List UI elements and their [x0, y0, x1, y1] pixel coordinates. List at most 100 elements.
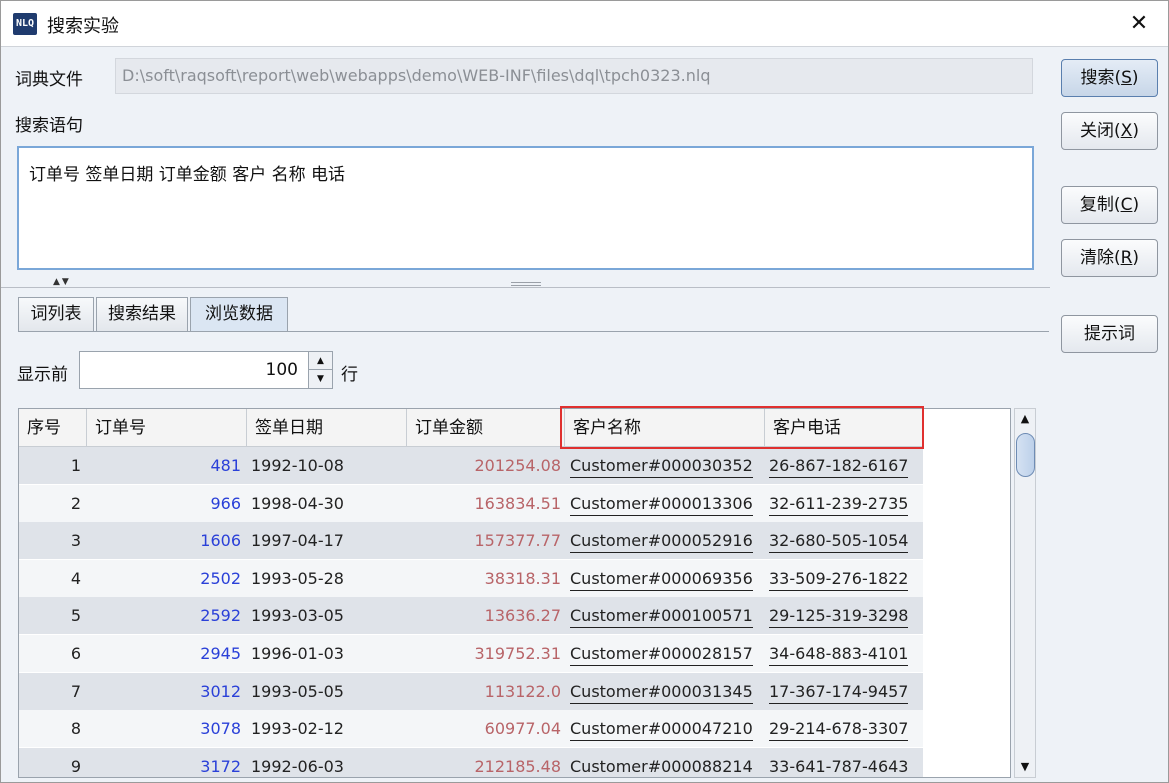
- table-cell-link: Customer#000047210: [570, 719, 753, 742]
- scroll-up-icon[interactable]: ▲: [1015, 409, 1035, 429]
- table-cell[interactable]: 1993-02-12: [249, 710, 409, 747]
- column-header[interactable]: 客户名称: [565, 409, 765, 447]
- table-row[interactable]: 5 2592 1993-03-05 13636.27 Customer#00010057…: [19, 597, 923, 635]
- column-header[interactable]: 订单金额: [407, 409, 565, 447]
- table-cell[interactable]: Customer#000100571: [568, 597, 760, 634]
- table-cell[interactable]: 5: [19, 597, 87, 634]
- table-cell[interactable]: 60977.04: [405, 710, 561, 747]
- table-cell-link: Customer#000088214: [570, 756, 753, 777]
- table-cell[interactable]: 32-611-239-2735: [767, 485, 923, 522]
- table-cell[interactable]: Customer#000028157: [568, 635, 760, 672]
- table-cell[interactable]: Customer#000069356: [568, 560, 760, 597]
- table-cell[interactable]: 1996-01-03: [249, 635, 409, 672]
- column-header[interactable]: 订单号: [87, 409, 247, 447]
- table-cell-link: Customer#000069356: [570, 568, 753, 591]
- table-cell[interactable]: 1997-04-17: [249, 522, 409, 559]
- table-cell[interactable]: 1992-06-03: [249, 748, 409, 777]
- table-cell[interactable]: Customer#000052916: [568, 522, 760, 559]
- splitter-grip[interactable]: [511, 282, 541, 286]
- table-cell[interactable]: 319752.31: [405, 635, 561, 672]
- table-cell[interactable]: 3172: [87, 748, 245, 777]
- query-textarea[interactable]: 订单号 签单日期 订单金额 客户 名称 电话: [17, 146, 1034, 270]
- table-cell[interactable]: Customer#000013306: [568, 485, 760, 522]
- dict-file-path-field[interactable]: D:\soft\raqsoft\report\web\webapps\demo\…: [115, 58, 1033, 94]
- splitter-arrows-icon[interactable]: ▲▼: [53, 277, 71, 287]
- table-cell[interactable]: 1: [19, 447, 87, 484]
- table-cell[interactable]: 6: [19, 635, 87, 672]
- hint-words-button[interactable]: 提示词: [1061, 315, 1158, 353]
- tab-browse-data[interactable]: 浏览数据: [190, 297, 288, 332]
- table-cell[interactable]: 1992-10-08: [249, 447, 409, 484]
- table-cell-link: 29-125-319-3298: [769, 606, 909, 629]
- scroll-down-icon[interactable]: ▼: [1015, 757, 1035, 777]
- splitter-divider[interactable]: [1, 287, 1050, 288]
- table-cell[interactable]: 33-509-276-1822: [767, 560, 923, 597]
- table-cell[interactable]: 163834.51: [405, 485, 561, 522]
- table-cell[interactable]: 1998-04-30: [249, 485, 409, 522]
- table-cell[interactable]: 2945: [87, 635, 245, 672]
- table-cell[interactable]: 4: [19, 560, 87, 597]
- table-cell[interactable]: 212185.48: [405, 748, 561, 777]
- table-cell[interactable]: 32-680-505-1054: [767, 522, 923, 559]
- table-row[interactable]: 1 481 1992-10-08 201254.08 Customer#00003035…: [19, 447, 923, 484]
- table-cell[interactable]: 2: [19, 485, 87, 522]
- table-cell[interactable]: 113122.0: [405, 673, 561, 710]
- table-cell[interactable]: 7: [19, 673, 87, 710]
- table-cell[interactable]: 17-367-174-9457: [767, 673, 923, 710]
- table-cell[interactable]: 1993-05-28: [249, 560, 409, 597]
- table-row[interactable]: 4 2502 1993-05-28 38318.31 Customer#00006935…: [19, 559, 923, 597]
- scroll-thumb[interactable]: [1016, 433, 1035, 477]
- row-count-spinner[interactable]: 100 ▲ ▼: [79, 351, 333, 389]
- table-cell-link: Customer#000100571: [570, 606, 753, 629]
- table-row[interactable]: 6 2945 1996-01-03 319752.31 Customer#0000281…: [19, 635, 923, 672]
- table-cell[interactable]: 1993-03-05: [249, 597, 409, 634]
- copy-button[interactable]: 复制(C): [1061, 186, 1158, 224]
- query-text: 订单号 签单日期 订单金额 客户 名称 电话: [29, 165, 346, 185]
- spin-up-icon[interactable]: ▲: [309, 352, 332, 370]
- search-button[interactable]: 搜索(S): [1061, 59, 1158, 97]
- column-header[interactable]: 客户电话: [765, 409, 923, 447]
- table-cell[interactable]: 13636.27: [405, 597, 561, 634]
- table-cell[interactable]: 3: [19, 522, 87, 559]
- table-cell[interactable]: 29-125-319-3298: [767, 597, 923, 634]
- table-cell[interactable]: 3012: [87, 673, 245, 710]
- close-window-button[interactable]: ✕: [1124, 9, 1154, 39]
- spin-down-icon[interactable]: ▼: [309, 370, 332, 388]
- table-row[interactable]: 2 966 1998-04-30 163834.51 Customer#00001330…: [19, 484, 923, 522]
- table-row[interactable]: 8 3078 1993-02-12 60977.04 Customer#00004721…: [19, 710, 923, 748]
- dict-file-label: 词典文件: [15, 70, 83, 90]
- close-button[interactable]: 关闭(X): [1061, 112, 1158, 150]
- table-cell[interactable]: 1606: [87, 522, 245, 559]
- table-cell[interactable]: 201254.08: [405, 447, 561, 484]
- table-cell[interactable]: 3078: [87, 710, 245, 747]
- column-header[interactable]: 序号: [19, 409, 87, 447]
- tab-search-results[interactable]: 搜索结果: [96, 297, 188, 331]
- table-cell[interactable]: 26-867-182-6167: [767, 447, 923, 484]
- table-cell[interactable]: 2592: [87, 597, 245, 634]
- vertical-scrollbar[interactable]: ▲ ▼: [1014, 408, 1036, 778]
- table-cell[interactable]: Customer#000030352: [568, 447, 760, 484]
- row-count-value[interactable]: 100: [266, 360, 298, 380]
- table-cell[interactable]: 33-641-787-4643: [767, 748, 923, 777]
- table-cell[interactable]: Customer#000088214: [568, 748, 760, 777]
- table-cell[interactable]: 966: [87, 485, 245, 522]
- table-cell[interactable]: 157377.77: [405, 522, 561, 559]
- show-first-label: 显示前: [17, 365, 68, 385]
- table-row[interactable]: 7 3012 1993-05-05 113122.0 Customer#00003134…: [19, 672, 923, 710]
- table-cell[interactable]: 38318.31: [405, 560, 561, 597]
- column-header[interactable]: 签单日期: [247, 409, 407, 447]
- tab-word-list[interactable]: 词列表: [18, 297, 94, 331]
- table-row[interactable]: 9 3172 1992-06-03 212185.48 Customer#0000882…: [19, 747, 923, 777]
- table-row[interactable]: 3 1606 1997-04-17 157377.77 Customer#0000529…: [19, 522, 923, 560]
- rows-label: 行: [341, 365, 358, 385]
- table-cell[interactable]: 34-648-883-4101: [767, 635, 923, 672]
- table-cell[interactable]: 1993-05-05: [249, 673, 409, 710]
- table-cell[interactable]: 481: [87, 447, 245, 484]
- table-cell[interactable]: 29-214-678-3307: [767, 710, 923, 747]
- table-cell[interactable]: Customer#000031345: [568, 673, 760, 710]
- clear-button[interactable]: 清除(R): [1061, 239, 1158, 277]
- table-cell[interactable]: 8: [19, 710, 87, 747]
- table-cell[interactable]: 2502: [87, 560, 245, 597]
- table-cell[interactable]: 9: [19, 748, 87, 777]
- table-cell[interactable]: Customer#000047210: [568, 710, 760, 747]
